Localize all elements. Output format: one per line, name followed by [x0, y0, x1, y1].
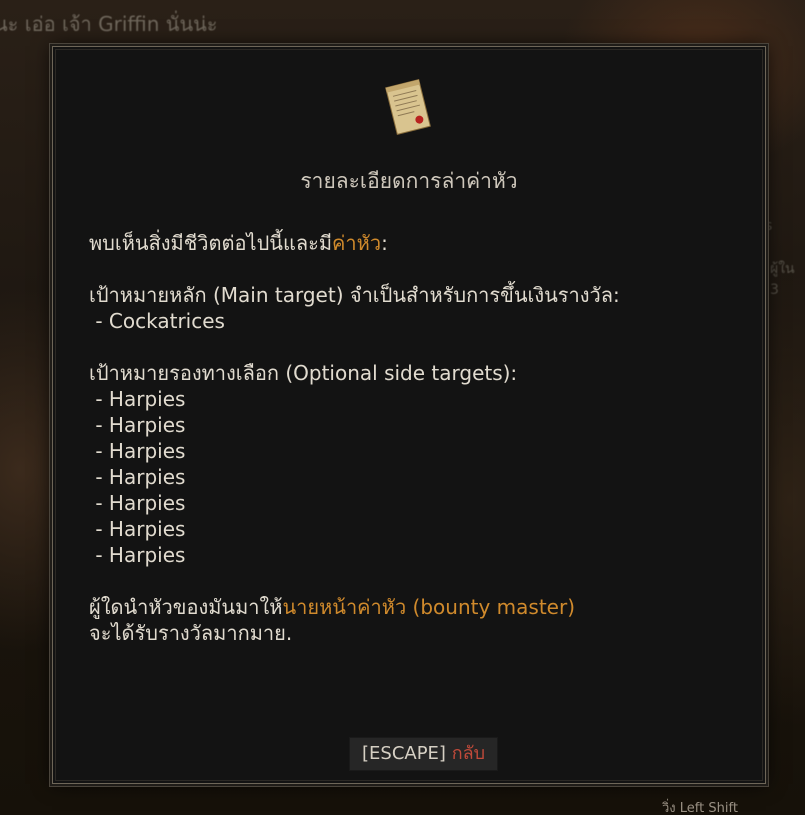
- optional-target-item: - Harpies: [89, 413, 186, 437]
- background-quest-counter: 3: [770, 282, 779, 298]
- intro-text: พบเห็นสิ่งมีชีวิตต่อไปนี้และมี: [89, 231, 333, 255]
- main-target-item: - Cockatrices: [89, 309, 225, 333]
- bounty-highlight: ค่าหัว: [332, 231, 382, 255]
- outro-line: ผู้ใดนำหัวของมันมาให้นายหน้าค่าหัว (boun…: [89, 594, 729, 620]
- input-hint-key: วิ่ง: [662, 801, 676, 815]
- bounty-master-highlight: นายหน้าค่าหัว (bounty master): [282, 595, 576, 619]
- input-hint-label: Left Shift: [679, 801, 738, 815]
- optional-target-heading: เป้าหมายรองทางเลือก (Optional side targe…: [89, 361, 518, 385]
- optional-target-item: - Harpies: [89, 491, 186, 515]
- optional-target-item: - Harpies: [89, 543, 186, 567]
- escape-back-button[interactable]: [ESCAPE] กลับ: [349, 737, 499, 771]
- intro-line: พบเห็นสิ่งมีชีวิตต่อไปนี้และมีค่าหัว:: [89, 230, 729, 256]
- scroll-with-seal-icon: [385, 78, 431, 136]
- back-label: กลับ: [451, 743, 486, 764]
- background-quest-text: ผู้ใน: [770, 261, 795, 277]
- optional-target-item: - Harpies: [89, 387, 186, 411]
- main-target-heading: เป้าหมายหลัก (Main target) จำเป็นสำหรับก…: [89, 283, 620, 307]
- background-quest-text: s: [765, 218, 773, 234]
- input-hint: วิ่ง Left Shift: [662, 797, 738, 815]
- intro-suffix: :: [381, 231, 388, 255]
- bounty-details-dialog: รายละเอียดการล่าค่าหัว พบเห็นสิ่งมีชีวิต…: [52, 46, 766, 784]
- escape-key-label: [ESCAPE]: [362, 743, 446, 764]
- outro-text: ผู้ใดนำหัวของมันมาให้: [89, 595, 283, 619]
- optional-target-item: - Harpies: [89, 465, 186, 489]
- bounty-description: พบเห็นสิ่งมีชีวิตต่อไปนี้และมีค่าหัว: เป…: [89, 230, 729, 646]
- outro-line-2: จะได้รับรางวัลมากมาย.: [89, 621, 293, 645]
- optional-target-item: - Harpies: [89, 517, 186, 541]
- optional-target-item: - Harpies: [89, 439, 186, 463]
- dialog-title: รายละเอียดการล่าค่าหัว: [300, 169, 518, 193]
- background-dialogue-text: นะ เอ่อ เจ้า Griffin นั่นน่ะ: [0, 12, 218, 36]
